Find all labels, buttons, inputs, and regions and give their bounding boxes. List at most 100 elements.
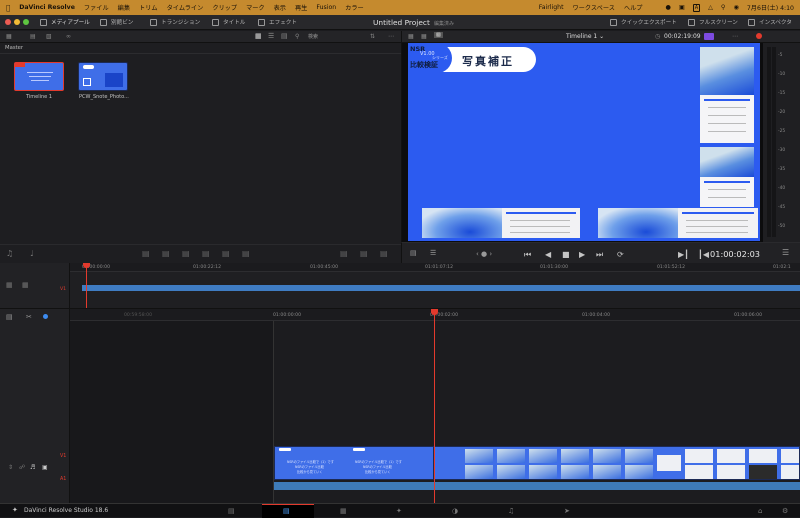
sidebar-toggle-icon[interactable]: ▦ (6, 33, 12, 40)
append-icon[interactable]: ▤ (242, 249, 250, 258)
inspector-button[interactable]: インスペクタ (748, 18, 792, 26)
search-icon[interactable]: ⚲ (721, 4, 726, 11)
razor-icon[interactable]: ✂ (26, 313, 32, 321)
screen-icon[interactable]: ▣ (679, 4, 685, 11)
menu-clip[interactable]: クリップ (212, 3, 237, 12)
photo-clip[interactable] (434, 446, 800, 480)
effects-button[interactable]: エフェクト (258, 18, 297, 26)
timeline-selector[interactable]: Timeline 1 ⌄ (566, 33, 604, 40)
apple-icon[interactable]:  (6, 4, 10, 12)
import-icon[interactable]: ▤ (30, 33, 36, 40)
next-edit-button[interactable]: ▶┃ (678, 251, 689, 259)
timeline-viewer-icon[interactable]: ▦ (421, 33, 427, 40)
source-overwrite-icon[interactable]: ▤ (340, 249, 348, 258)
wifi-icon[interactable]: △ (708, 4, 713, 11)
transitions-button[interactable]: トランジション (150, 18, 200, 26)
timeline-playhead[interactable] (434, 309, 435, 504)
deliver-page-icon[interactable]: ➤ (564, 507, 570, 515)
title-clip[interactable]: NSRのファイル比較で（1）です NSRのファイル比較 比較から見ていく NSR… (274, 446, 434, 480)
input-source-badge[interactable]: A (692, 3, 701, 12)
mini-playhead-handle[interactable] (83, 263, 90, 268)
menu-playback[interactable]: 再生 (295, 3, 307, 12)
track-audio-icon[interactable]: ▦ (22, 281, 29, 289)
mini-timeline[interactable]: 01:00:00:00 01:00:22:12 01:00:45:00 01:0… (70, 263, 800, 308)
control-center-icon[interactable]: ● (665, 4, 670, 11)
prev-edit-button[interactable]: ┃◀ (698, 251, 709, 259)
audio-detach-icon[interactable]: ♩ (30, 249, 34, 258)
sort-icon[interactable]: ⇅ (370, 33, 375, 40)
thumbnail-view-icon[interactable]: ▦ (255, 32, 262, 40)
speaker-icon[interactable]: ♬ (30, 464, 35, 471)
menu-color[interactable]: カラー (345, 3, 364, 12)
search-icon[interactable]: ⚲ (295, 33, 299, 40)
fit-to-fill-icon[interactable]: ▤ (202, 249, 210, 258)
replace-icon[interactable]: ▤ (182, 249, 190, 258)
minimize-window-button[interactable] (14, 19, 20, 25)
play-button[interactable]: ▶ (579, 251, 585, 259)
menu-trim[interactable]: トリム (139, 3, 158, 12)
ripple-icon[interactable]: ▤ (360, 249, 368, 258)
menu-fairlight[interactable]: Fairlight (539, 4, 564, 11)
timeline-clip-thumbnail[interactable] (14, 62, 64, 91)
search-input[interactable]: 検索 (308, 33, 318, 40)
fusion-page-icon[interactable]: ✦ (396, 507, 402, 515)
options-icon[interactable]: ⋯ (388, 33, 394, 40)
menu-help[interactable]: ヘルプ (624, 3, 643, 12)
timeline-view-icon[interactable]: ▤ (6, 313, 13, 321)
effects-bin-button[interactable]: 別館ビン (100, 18, 133, 26)
quick-export-button[interactable]: クイックエクスポート (610, 18, 677, 26)
menu-edit[interactable]: 編集 (118, 3, 130, 12)
jog-control[interactable]: ‹ ● › (476, 250, 492, 258)
mini-playhead[interactable] (86, 263, 87, 308)
home-icon[interactable]: ⌂ (758, 507, 762, 515)
user-icon[interactable]: ◉ (733, 4, 738, 11)
snap-indicator[interactable] (43, 314, 48, 319)
mini-clip-bar[interactable] (82, 285, 800, 291)
link-icon[interactable]: ∞ (66, 33, 71, 40)
titles-button[interactable]: タイトル (212, 18, 245, 26)
menu-file[interactable]: ファイル (84, 3, 109, 12)
viewer-options-icon[interactable]: ⋯ (732, 33, 738, 40)
main-timeline[interactable]: 00:59:58:00 01:00:00:00 01:00:02:00 01:0… (70, 308, 800, 504)
close-gap-icon[interactable]: ▤ (380, 249, 388, 258)
playhead-handle[interactable] (431, 309, 438, 315)
dual-viewer-icon[interactable]: ▧ (434, 32, 443, 38)
monitor-icon[interactable]: ▣ (42, 464, 48, 471)
menu-fusion[interactable]: Fusion (316, 4, 336, 11)
go-to-end-button[interactable]: ⏭ (596, 251, 603, 259)
fullscreen-button[interactable]: フルスクリーン (688, 18, 738, 26)
close-window-button[interactable] (5, 19, 11, 25)
track-view-icon[interactable]: ▦ (6, 281, 13, 289)
overwrite-icon[interactable]: ▤ (162, 249, 170, 258)
menu-icon[interactable]: ☰ (782, 249, 789, 257)
loop-button[interactable]: ⟳ (617, 251, 624, 259)
menu-mark[interactable]: マーク (246, 3, 265, 12)
track-lock-icon[interactable]: ⇕ (8, 464, 13, 471)
go-to-start-button[interactable]: ⏮ (524, 251, 531, 259)
media-pool-button[interactable]: メディアプール (40, 18, 90, 26)
menu-timeline[interactable]: タイムライン (167, 3, 204, 12)
play-reverse-button[interactable]: ◀ (545, 251, 551, 259)
audio-clip-a1[interactable] (274, 482, 800, 490)
cut-page-icon[interactable]: ▤ (283, 507, 290, 515)
settings-icon[interactable]: ⚙ (782, 507, 788, 515)
audio-waveform-icon[interactable]: ♫ (6, 249, 13, 258)
color-page-icon[interactable]: ◑ (452, 507, 458, 515)
edit-page-icon[interactable]: ▦ (340, 507, 347, 515)
media-page-icon[interactable]: ▤ (228, 507, 235, 515)
menu-app-name[interactable]: DaVinci Resolve (19, 4, 75, 11)
insert-icon[interactable]: ▤ (142, 249, 150, 258)
viewer-frame[interactable]: 写真補正 NSR V1.00 シリーズ 比較検証 (408, 43, 760, 241)
detail-view-icon[interactable]: ▤ (281, 32, 288, 40)
photo-clip-thumbnail[interactable] (78, 62, 128, 91)
menu-workspace[interactable]: ワークスペース (573, 3, 615, 12)
source-viewer-icon[interactable]: ▦ (408, 33, 414, 40)
viewer-settings-icon[interactable]: ☰ (430, 249, 436, 257)
lock-icon[interactable]: ☍ (19, 464, 25, 471)
fairlight-page-icon[interactable]: ♫ (508, 507, 514, 515)
place-on-top-icon[interactable]: ▤ (222, 249, 230, 258)
menubar-clock[interactable]: 7月6日(土) 4:10 (747, 3, 794, 12)
bin-list-icon[interactable]: ▧ (46, 33, 52, 40)
viewer-color-icon[interactable] (704, 33, 714, 40)
list-view-icon[interactable]: ☰ (268, 32, 274, 40)
